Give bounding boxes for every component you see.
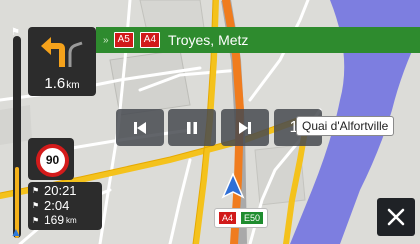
remaining-distance-row: ⚑ 169 km [32, 213, 77, 227]
turn-left-arrow-icon [41, 37, 83, 67]
close-button[interactable] [377, 198, 415, 236]
road-shield-a5: A5 [113, 32, 134, 48]
skip-previous-icon [134, 121, 146, 134]
speed-limit-sign: 90 [36, 144, 69, 177]
speed-limit-panel: 90 [28, 138, 74, 180]
turn-distance: 1.6km [28, 75, 96, 92]
arrival-time: 20:21 [44, 183, 77, 198]
destination-flag-icon: ⚑ [11, 27, 20, 38]
destination-label: Troyes, Metz [168, 32, 249, 48]
flag-distance-icon: ⚑ [32, 215, 40, 225]
current-road-shield-e50: E50 [240, 211, 265, 225]
turn-distance-value: 1.6 [44, 75, 66, 92]
next-turn-panel[interactable]: 1.6km [28, 27, 96, 96]
finish-flag-icon: ⚑ [32, 186, 40, 195]
remaining-distance-unit: km [66, 215, 77, 225]
close-x-icon [387, 208, 405, 226]
flag-clock-icon: ⚑ [32, 201, 40, 210]
current-road-shields: A4 E50 [214, 208, 269, 228]
skip-next-button[interactable] [221, 109, 269, 146]
street-label: Quai d'Alfortville [296, 116, 395, 136]
pause-icon [187, 121, 197, 134]
arrival-time-row: ⚑ 20:21 [32, 183, 77, 198]
remaining-time: 2:04 [44, 198, 70, 213]
trip-info-panel[interactable]: ⚑ 20:21 ⚑ 2:04 ⚑ 169 km [28, 182, 102, 230]
pause-button[interactable] [168, 109, 216, 146]
current-position-mini-icon: ▲ [10, 225, 22, 239]
road-shield-a4: A4 [139, 32, 161, 48]
skip-previous-button[interactable] [116, 109, 164, 146]
skip-next-icon [239, 121, 251, 134]
double-chevron-icon: » [103, 34, 109, 46]
route-banner[interactable]: » A5 A4 Troyes, Metz [96, 27, 420, 53]
current-road-shield-a4: A4 [218, 211, 238, 225]
remaining-time-row: ⚑ 2:04 [32, 198, 69, 213]
turn-distance-unit: km [66, 80, 80, 91]
navigation-screen: ⚑ ▲ 1.6km » A5 A4 Troyes, Metz 90 ⚑ 20:2… [0, 0, 420, 244]
current-position-arrow-icon [221, 173, 245, 199]
remaining-distance: 169 [44, 213, 65, 227]
